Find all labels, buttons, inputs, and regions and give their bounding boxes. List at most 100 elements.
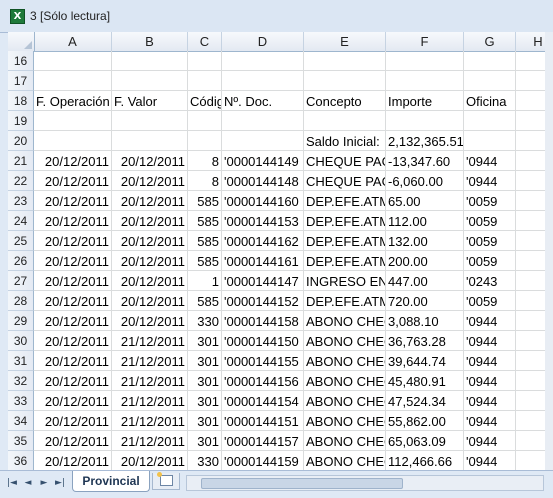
cell-c27[interactable]: 1 xyxy=(188,271,222,291)
cell-c19[interactable] xyxy=(188,111,222,131)
cell-b35[interactable]: 21/12/2011 xyxy=(112,431,188,451)
first-sheet-button[interactable]: |◄ xyxy=(6,477,18,489)
cell-f27[interactable]: 447.00 xyxy=(386,271,464,291)
cell-a16[interactable] xyxy=(34,51,112,71)
cell-e35[interactable]: ABONO CHEQUE xyxy=(304,431,386,451)
cell-d30[interactable]: '0000144150 xyxy=(222,331,304,351)
cell-f19[interactable] xyxy=(386,111,464,131)
cell-b32[interactable]: 21/12/2011 xyxy=(112,371,188,391)
cell-e36[interactable]: ABONO CHEQUE xyxy=(304,451,386,470)
column-header-e[interactable]: E xyxy=(304,32,386,51)
cell-g20[interactable] xyxy=(464,131,516,151)
cell-d25[interactable]: '0000144162 xyxy=(222,231,304,251)
cell-d19[interactable] xyxy=(222,111,304,131)
cell-d24[interactable]: '0000144153 xyxy=(222,211,304,231)
column-header-f[interactable]: F xyxy=(386,32,464,51)
cell-b18[interactable]: F. Valor xyxy=(112,91,188,111)
cell-b27[interactable]: 20/12/2011 xyxy=(112,271,188,291)
column-header-c[interactable]: C xyxy=(188,32,222,51)
cell-b20[interactable] xyxy=(112,131,188,151)
cell-d28[interactable]: '0000144152 xyxy=(222,291,304,311)
cell-f29[interactable]: 3,088.10 xyxy=(386,311,464,331)
cell-g27[interactable]: '0243 xyxy=(464,271,516,291)
cell-e16[interactable] xyxy=(304,51,386,71)
cell-b17[interactable] xyxy=(112,71,188,91)
cell-b28[interactable]: 20/12/2011 xyxy=(112,291,188,311)
cell-e32[interactable]: ABONO CHEQUE xyxy=(304,371,386,391)
cell-f18[interactable]: Importe xyxy=(386,91,464,111)
cell-c36[interactable]: 330 xyxy=(188,451,222,470)
cell-g30[interactable]: '0944 xyxy=(464,331,516,351)
row-header[interactable]: 16 xyxy=(8,51,34,71)
cell-c31[interactable]: 301 xyxy=(188,351,222,371)
sheet-tab-provincial[interactable]: Provincial xyxy=(72,471,150,492)
column-header-b[interactable]: B xyxy=(112,32,188,51)
row-header[interactable]: 25 xyxy=(8,231,34,251)
cell-d33[interactable]: '0000144154 xyxy=(222,391,304,411)
cell-g29[interactable]: '0944 xyxy=(464,311,516,331)
cell-f24[interactable]: 112.00 xyxy=(386,211,464,231)
cell-g18[interactable]: Oficina xyxy=(464,91,516,111)
cell-a34[interactable]: 20/12/2011 xyxy=(34,411,112,431)
cell-a26[interactable]: 20/12/2011 xyxy=(34,251,112,271)
cell-b33[interactable]: 21/12/2011 xyxy=(112,391,188,411)
cell-c34[interactable]: 301 xyxy=(188,411,222,431)
cell-d27[interactable]: '0000144147 xyxy=(222,271,304,291)
cell-e29[interactable]: ABONO CHEQUE xyxy=(304,311,386,331)
cell-g23[interactable]: '0059 xyxy=(464,191,516,211)
cell-a25[interactable]: 20/12/2011 xyxy=(34,231,112,251)
cell-a27[interactable]: 20/12/2011 xyxy=(34,271,112,291)
cell-e22[interactable]: CHEQUE PAGADO xyxy=(304,171,386,191)
column-header-a[interactable]: A xyxy=(34,32,112,51)
cell-b25[interactable]: 20/12/2011 xyxy=(112,231,188,251)
row-header[interactable]: 30 xyxy=(8,331,34,351)
row-header[interactable]: 26 xyxy=(8,251,34,271)
cell-a35[interactable]: 20/12/2011 xyxy=(34,431,112,451)
cell-d22[interactable]: '0000144148 xyxy=(222,171,304,191)
cell-g22[interactable]: '0944 xyxy=(464,171,516,191)
cell-e17[interactable] xyxy=(304,71,386,91)
cell-f32[interactable]: 45,480.91 xyxy=(386,371,464,391)
cell-g24[interactable]: '0059 xyxy=(464,211,516,231)
row-header[interactable]: 21 xyxy=(8,151,34,171)
cell-b26[interactable]: 20/12/2011 xyxy=(112,251,188,271)
row-header[interactable]: 36 xyxy=(8,451,34,470)
cell-d21[interactable]: '0000144149 xyxy=(222,151,304,171)
cell-f23[interactable]: 65.00 xyxy=(386,191,464,211)
cell-g34[interactable]: '0944 xyxy=(464,411,516,431)
cell-f17[interactable] xyxy=(386,71,464,91)
cell-g26[interactable]: '0059 xyxy=(464,251,516,271)
cell-b22[interactable]: 20/12/2011 xyxy=(112,171,188,191)
horizontal-scroll-thumb[interactable] xyxy=(201,478,403,489)
column-header-d[interactable]: D xyxy=(222,32,304,51)
row-header[interactable]: 17 xyxy=(8,71,34,91)
row-header[interactable]: 33 xyxy=(8,391,34,411)
cell-e34[interactable]: ABONO CHEQUE xyxy=(304,411,386,431)
row-header[interactable]: 23 xyxy=(8,191,34,211)
cell-a28[interactable]: 20/12/2011 xyxy=(34,291,112,311)
cell-a24[interactable]: 20/12/2011 xyxy=(34,211,112,231)
cell-a19[interactable] xyxy=(34,111,112,131)
last-sheet-button[interactable]: ►| xyxy=(54,477,66,489)
cell-f22[interactable]: -6,060.00 xyxy=(386,171,464,191)
cell-d34[interactable]: '0000144151 xyxy=(222,411,304,431)
cell-b24[interactable]: 20/12/2011 xyxy=(112,211,188,231)
cell-a18[interactable]: F. Operación xyxy=(34,91,112,111)
cell-e25[interactable]: DEP.EFE.ATM xyxy=(304,231,386,251)
cell-c35[interactable]: 301 xyxy=(188,431,222,451)
cell-e21[interactable]: CHEQUE PAGADO xyxy=(304,151,386,171)
cell-e27[interactable]: INGRESO EN xyxy=(304,271,386,291)
cell-f35[interactable]: 65,063.09 xyxy=(386,431,464,451)
vertical-scrollbar[interactable] xyxy=(545,32,553,470)
cell-f25[interactable]: 132.00 xyxy=(386,231,464,251)
cell-g19[interactable] xyxy=(464,111,516,131)
column-header-g[interactable]: G xyxy=(464,32,516,51)
cell-g28[interactable]: '0059 xyxy=(464,291,516,311)
cell-f26[interactable]: 200.00 xyxy=(386,251,464,271)
cell-e24[interactable]: DEP.EFE.ATM xyxy=(304,211,386,231)
row-header[interactable]: 29 xyxy=(8,311,34,331)
row-header[interactable]: 28 xyxy=(8,291,34,311)
cell-b16[interactable] xyxy=(112,51,188,71)
cell-f16[interactable] xyxy=(386,51,464,71)
cell-d29[interactable]: '0000144158 xyxy=(222,311,304,331)
